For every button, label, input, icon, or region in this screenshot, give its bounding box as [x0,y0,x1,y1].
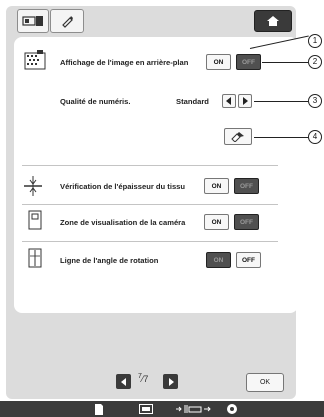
home-button[interactable] [254,10,292,32]
page-indicator: 7⁄7 [138,373,148,384]
settings-panel [14,37,298,313]
bobbin-icon[interactable] [226,403,238,415]
callout-1: 1 [308,34,322,48]
rotation-line-icon [28,248,42,273]
background-image-on-button[interactable]: ON [206,54,231,70]
rotation-line-on-button[interactable]: ON [206,252,231,268]
row-rotation-line-label: Ligne de l'angle de rotation [60,256,159,265]
eraser-icon [231,131,244,142]
page-next-button[interactable] [163,374,178,389]
background-image-icon [24,50,46,75]
camera-scan-button[interactable] [17,9,49,33]
triangle-left-icon [226,97,231,105]
fabric-thickness-on-button[interactable]: ON [204,178,229,194]
page-prev-button[interactable] [116,374,131,389]
divider-1 [22,165,278,166]
triangle-right-icon [243,97,248,105]
bottom-bar [0,401,324,417]
row-camera-view-label: Zone de visualisation de la caméra [60,218,186,227]
row-background-image-label: Affichage de l'image en arrière-plan [60,58,189,67]
pen-icon [62,16,73,28]
rotation-line-off-button[interactable]: OFF [236,252,261,268]
needle-position-icon[interactable] [176,404,214,414]
frame-icon[interactable] [139,404,153,414]
edit-button[interactable] [50,9,84,33]
document-icon[interactable] [94,404,104,415]
row-fabric-thickness-label: Vérification de l'épaisseur du tissu [60,182,186,191]
background-image-off-button[interactable]: OFF [236,54,261,70]
scan-quality-value: Standard [176,97,209,106]
camera-view-icon [28,210,42,235]
camera-view-off-button[interactable]: OFF [234,214,259,230]
divider-3 [22,241,278,242]
camera-view-on-button[interactable]: ON [204,214,229,230]
row-scan-quality-label: Qualité de numéris. [60,97,131,106]
camera-scan-icon [22,16,43,26]
fabric-thickness-off-button[interactable]: OFF [234,178,259,194]
page-total: 7 [143,374,149,384]
eraser-button[interactable] [224,128,252,145]
triangle-left-icon [120,377,126,386]
scan-quality-next-button[interactable] [238,94,252,108]
triangle-right-icon [168,377,174,386]
home-icon [267,16,279,26]
fabric-thickness-icon [24,176,42,201]
callout-3-leader [254,101,308,102]
ok-button[interactable]: OK [246,373,284,392]
divider-2 [22,204,278,205]
callout-4-leader [254,137,308,138]
scan-quality-prev-button[interactable] [222,94,236,108]
callout-2-leader [262,62,308,63]
callout-4: 4 [308,130,322,144]
callout-3: 3 [308,94,322,108]
callout-2: 2 [308,55,322,69]
